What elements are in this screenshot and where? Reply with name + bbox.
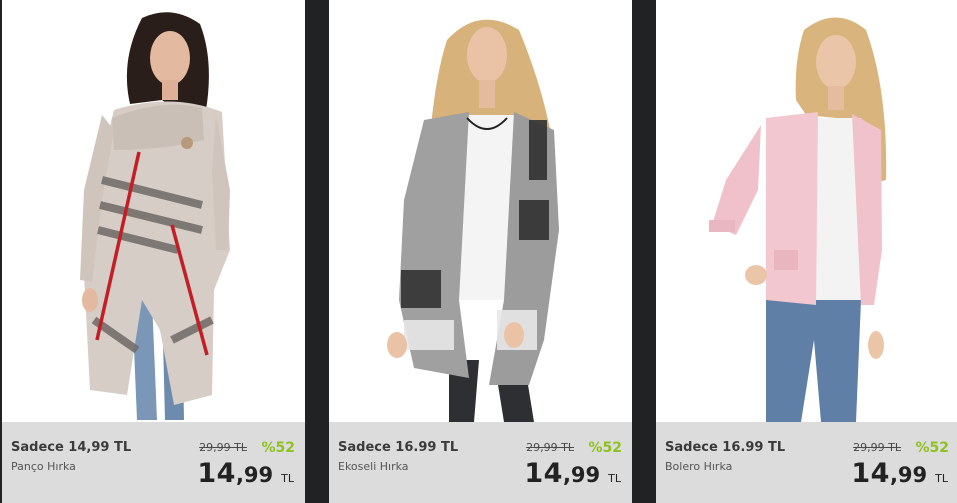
price-bar: Sadece 16.99 TL Bolero Hırka 29,99 TL %5…: [656, 422, 957, 503]
discount-badge: %52: [588, 440, 622, 456]
current-price: 14,99 TL: [524, 458, 621, 489]
product-image[interactable]: [329, 0, 632, 422]
price-integer: 14: [197, 458, 236, 489]
product-photo-poncho: [2, 0, 305, 422]
old-price: 29,99 TL: [199, 441, 247, 454]
product-card[interactable]: Sadece 16.99 TL Ekoseli Hırka 29,99 TL %…: [329, 0, 632, 503]
price-currency: TL: [608, 472, 621, 485]
promo-text: Sadece 16.99 TL: [665, 440, 786, 455]
discount-badge: %52: [915, 440, 949, 456]
price-integer: 14: [524, 458, 563, 489]
price-decimal: ,99: [562, 463, 601, 487]
product-card[interactable]: Sadece 14,99 TL Panço Hırka 29,99 TL %52…: [2, 0, 305, 503]
product-name[interactable]: Ekoseli Hırka: [338, 460, 409, 473]
product-name[interactable]: Panço Hırka: [11, 460, 76, 473]
product-photo-checked-cardigan: [329, 0, 632, 422]
price-decimal: ,99: [235, 463, 274, 487]
current-price: 14,99 TL: [851, 458, 948, 489]
price-currency: TL: [935, 472, 948, 485]
price-bar: Sadece 14,99 TL Panço Hırka 29,99 TL %52…: [2, 422, 305, 503]
promo-text: Sadece 14,99 TL: [11, 440, 132, 455]
product-image[interactable]: [2, 0, 305, 422]
product-card[interactable]: Sadece 16.99 TL Bolero Hırka 29,99 TL %5…: [656, 0, 957, 503]
promo-text: Sadece 16.99 TL: [338, 440, 459, 455]
product-photo-bolero: [656, 0, 957, 422]
old-price: 29,99 TL: [853, 441, 901, 454]
price-currency: TL: [281, 472, 294, 485]
product-image[interactable]: [656, 0, 957, 422]
price-bar: Sadece 16.99 TL Ekoseli Hırka 29,99 TL %…: [329, 422, 632, 503]
discount-badge: %52: [261, 440, 295, 456]
product-name[interactable]: Bolero Hırka: [665, 460, 732, 473]
price-decimal: ,99: [889, 463, 928, 487]
old-price: 29,99 TL: [526, 441, 574, 454]
current-price: 14,99 TL: [197, 458, 294, 489]
price-integer: 14: [851, 458, 890, 489]
